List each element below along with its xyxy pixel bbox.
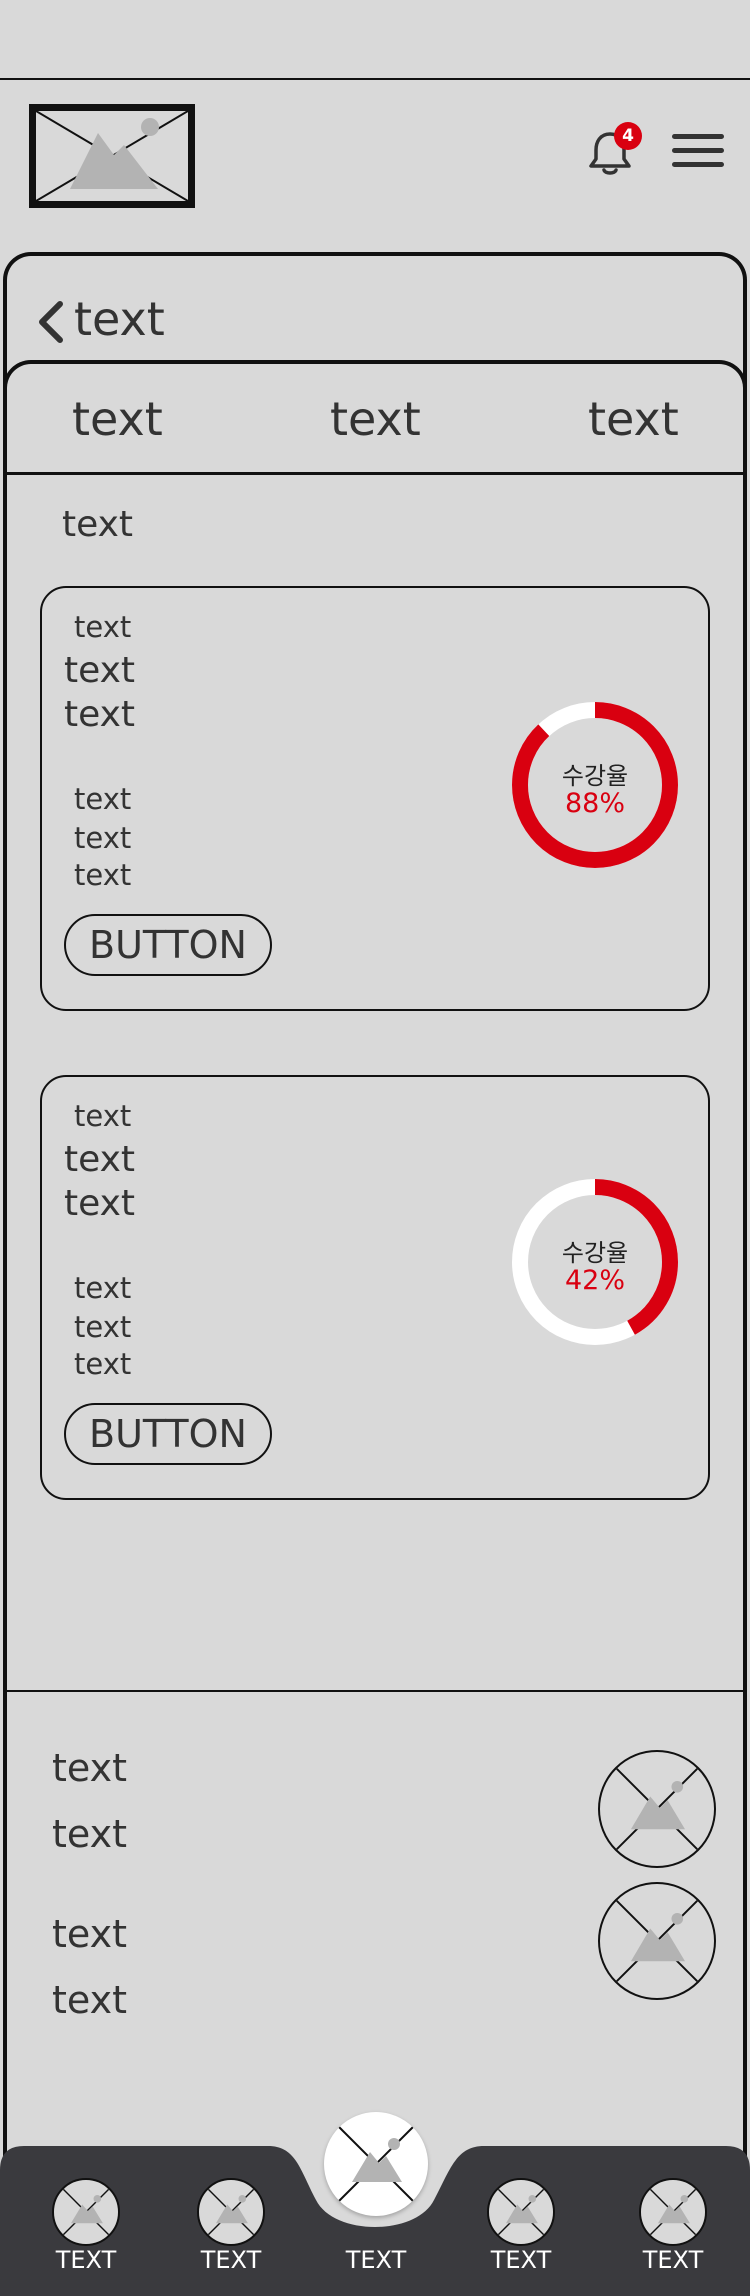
tab-2[interactable]: text <box>330 392 421 446</box>
card-title-line: text <box>64 1139 136 1180</box>
card-title-line: text <box>64 1183 136 1224</box>
course-card[interactable]: text text text text text text BUTTON 수강율… <box>40 1075 710 1500</box>
image-placeholder-icon <box>487 2178 555 2246</box>
card-button[interactable]: BUTTON <box>64 914 272 976</box>
course-card[interactable]: text text text text text text BUTTON 수강율… <box>40 586 710 1011</box>
thumbnail-image-placeholder-icon[interactable] <box>598 1882 716 2000</box>
card-detail-line: text <box>74 1271 132 1305</box>
card-detail-line: text <box>74 1347 132 1381</box>
list-item-line[interactable]: text <box>52 1746 127 1790</box>
section-title: text <box>62 504 134 545</box>
section-divider <box>6 1690 744 1692</box>
tab-1[interactable]: text <box>72 392 163 446</box>
nav-item-5[interactable]: TEXT <box>618 2178 728 2296</box>
image-placeholder-icon <box>639 2178 707 2246</box>
card-detail-line: text <box>74 1310 132 1344</box>
image-placeholder-icon <box>197 2178 265 2246</box>
nav-label[interactable]: TEXT <box>324 2246 428 2274</box>
progress-value: 42% <box>564 1265 625 1296</box>
card-small-label: text <box>74 1099 132 1133</box>
status-bar <box>0 0 750 80</box>
card-title-line: text <box>64 694 136 735</box>
page-title: text <box>74 292 165 346</box>
list-item-line[interactable]: text <box>52 1812 127 1856</box>
image-placeholder-icon <box>52 2178 120 2246</box>
nav-label: TEXT <box>642 2246 704 2274</box>
nav-center-image-placeholder-icon[interactable] <box>324 2112 428 2216</box>
nav-label: TEXT <box>55 2246 117 2274</box>
hamburger-menu-icon[interactable] <box>672 134 724 174</box>
nav-label: TEXT <box>490 2246 552 2274</box>
thumbnail-image-placeholder-icon[interactable] <box>598 1750 716 1868</box>
chevron-left-icon[interactable] <box>36 300 66 344</box>
nav-item-1[interactable]: TEXT <box>31 2178 141 2296</box>
progress-label: 수강율 <box>561 1239 629 1267</box>
list-item-line[interactable]: text <box>52 1912 127 1956</box>
nav-item-4[interactable]: TEXT <box>466 2178 576 2296</box>
notification-badge: 4 <box>614 122 642 150</box>
nav-item-2[interactable]: TEXT <box>176 2178 286 2296</box>
nav-label: TEXT <box>200 2246 262 2274</box>
card-title-line: text <box>64 650 136 691</box>
card-detail-line: text <box>74 821 132 855</box>
card-detail-line: text <box>74 858 132 892</box>
card-button[interactable]: BUTTON <box>64 1403 272 1465</box>
list-item-line[interactable]: text <box>52 1978 127 2022</box>
card-small-label: text <box>74 610 132 644</box>
progress-value: 88% <box>564 788 625 819</box>
logo-image-placeholder-icon[interactable] <box>29 104 195 208</box>
progress-label: 수강율 <box>561 762 629 790</box>
tabs-divider <box>3 472 747 475</box>
tab-3[interactable]: text <box>588 392 679 446</box>
card-detail-line: text <box>74 782 132 816</box>
